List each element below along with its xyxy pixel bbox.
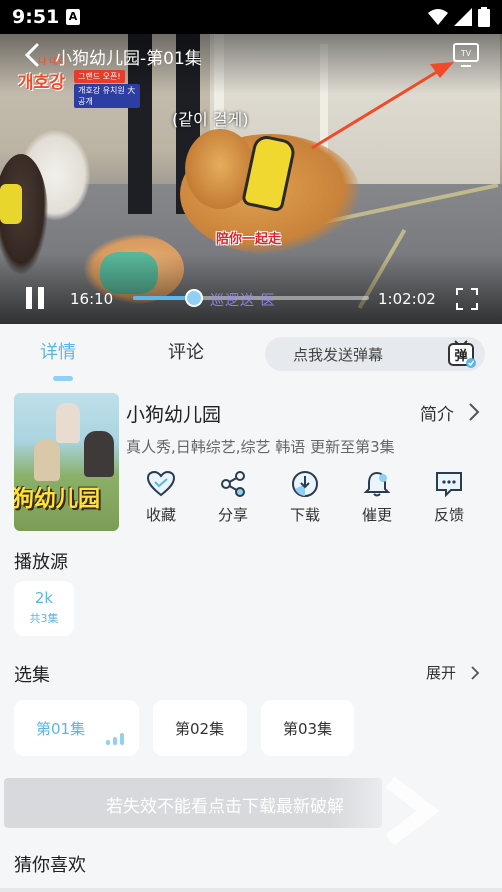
status-time: 9:51	[12, 6, 60, 28]
tab-indicator	[53, 376, 73, 381]
tv-cast-icon[interactable]: TV	[452, 42, 480, 68]
poster-figure	[56, 403, 80, 443]
tab-comments[interactable]: 评论	[168, 338, 204, 364]
action-label: 反馈	[433, 506, 464, 524]
show-title: 小狗幼儿园	[126, 404, 222, 426]
action-label: 催更	[361, 506, 392, 524]
back-icon[interactable]	[20, 42, 46, 68]
favorite-button[interactable]: 收藏	[133, 470, 189, 525]
video-shade	[0, 254, 502, 324]
share-icon	[221, 471, 245, 497]
source-name: 2k	[34, 589, 54, 607]
status-bar: 9:51 A	[0, 0, 502, 34]
tabs-bar: 详情 评论 点我发送弹幕 弹	[0, 324, 502, 384]
download-button[interactable]: 下载	[277, 470, 333, 525]
video-scene-cloth	[0, 184, 22, 224]
share-button[interactable]: 分享	[205, 470, 261, 525]
feedback-icon	[436, 472, 462, 498]
action-bar: 收藏 分享 下载 催更 反馈	[133, 470, 493, 530]
danmu-placeholder: 点我发送弹幕	[293, 346, 384, 364]
action-label: 下载	[289, 506, 320, 524]
episode-item[interactable]: 第02集	[153, 700, 247, 756]
show-meta: 真人秀,日韩综艺,综艺 韩语 更新至第3集	[126, 438, 395, 456]
source-section-title: 播放源	[14, 552, 68, 573]
intro-link[interactable]: 简介	[420, 400, 454, 425]
notification-icon: A	[66, 9, 80, 25]
download-icon	[292, 471, 318, 497]
episode-label: 第03集	[283, 720, 333, 738]
expand-link[interactable]: 展开	[426, 662, 456, 683]
episodes-section-title: 选集	[14, 665, 50, 686]
danmu-input[interactable]: 点我发送弹幕 弹	[265, 337, 485, 371]
playing-indicator-icon	[106, 726, 127, 745]
current-time: 16:10	[70, 290, 114, 308]
urge-update-button[interactable]: 催更	[349, 470, 405, 525]
chevron-right-icon[interactable]	[467, 402, 481, 422]
banner-text: 若失效不能看点击下载最新破解	[106, 797, 344, 817]
feedback-button[interactable]: 反馈	[421, 470, 477, 525]
fullscreen-icon[interactable]	[456, 288, 478, 310]
signal-icon	[454, 8, 472, 26]
tab-details[interactable]: 详情	[40, 338, 76, 364]
show-poster[interactable]: 狗幼儿园	[14, 393, 119, 531]
poster-figure	[84, 431, 114, 477]
danmu-icon-text: 弹	[454, 348, 467, 364]
svg-text:TV: TV	[461, 49, 472, 58]
guess-section-title: 猜你喜欢	[14, 855, 86, 876]
status-icons	[428, 7, 490, 27]
bottom-edge	[0, 888, 502, 892]
action-label: 分享	[217, 506, 248, 524]
video-title: 小狗幼儿园-第01集	[55, 49, 202, 69]
source-option[interactable]: 2k 共3集	[14, 581, 74, 636]
download-banner[interactable]: 若失效不能看点击下载最新破解	[4, 778, 382, 828]
heart-icon	[146, 470, 176, 497]
battery-icon	[478, 7, 490, 27]
action-label: 收藏	[145, 506, 176, 524]
chevron-right-icon[interactable]	[469, 664, 481, 682]
episode-label: 第02集	[175, 720, 225, 738]
episode-item[interactable]: 第03集	[261, 700, 354, 756]
total-time: 1:02:02	[378, 290, 436, 308]
wifi-icon	[428, 9, 448, 25]
source-episode-count: 共3集	[29, 612, 59, 625]
danmu-icon[interactable]: 弹	[447, 339, 477, 369]
episode-label: 第01集	[36, 720, 86, 738]
logo-tag: 그랜드 오픈!	[74, 70, 125, 83]
logo-text: 개호강	[18, 73, 65, 93]
poster-figure	[34, 439, 60, 481]
episode-item[interactable]: 第01集	[14, 700, 139, 756]
video-player[interactable]: 나 대결 개호강 그랜드 오픈! 개호강 유치원 大 공개 小狗幼儿园-第01集…	[0, 34, 502, 324]
video-subtitle-chinese: 陪你一起走	[216, 232, 282, 247]
pause-button[interactable]	[24, 287, 46, 309]
poster-title: 狗幼儿园	[14, 487, 101, 512]
logo-tag: 개호강 유치원 大 공개	[74, 84, 140, 108]
bell-icon	[363, 471, 391, 497]
video-subtitle-korean: (같이 걸게)	[172, 110, 249, 129]
video-watermark-text: 巡逻送 医	[210, 293, 276, 309]
banner-chevron-icon	[385, 776, 440, 846]
